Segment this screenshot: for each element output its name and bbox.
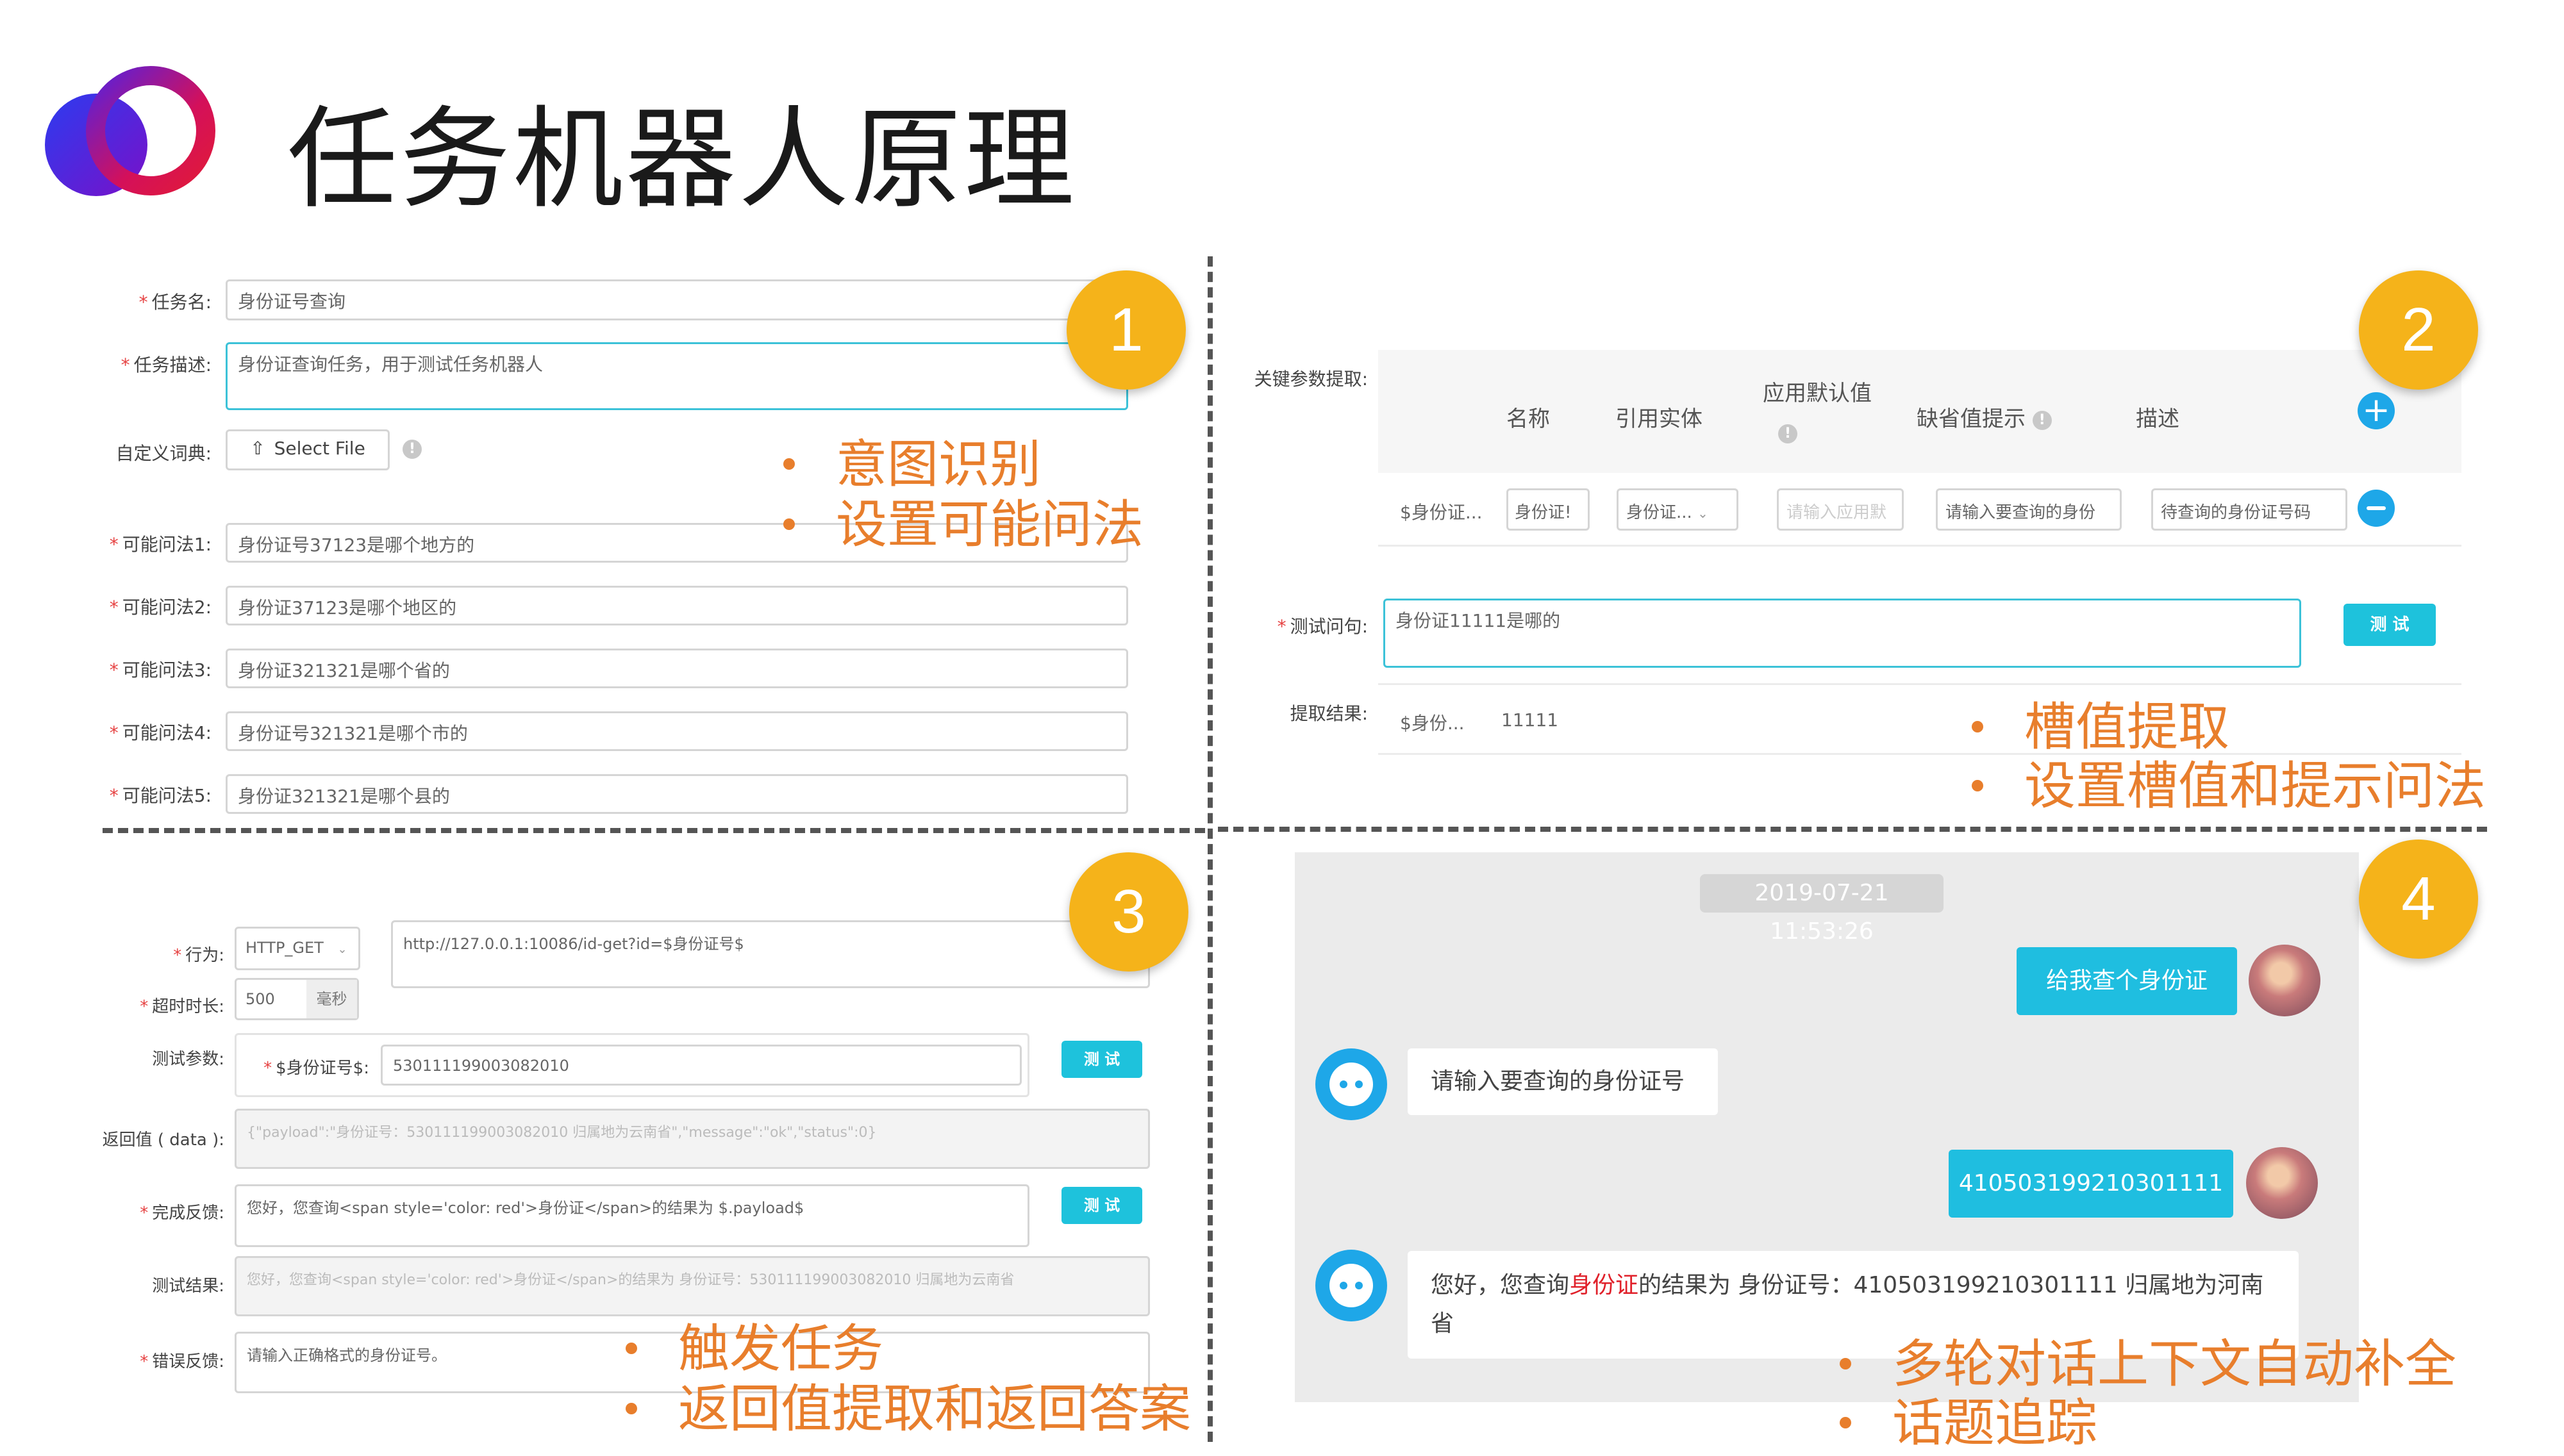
entity-input[interactable]: 身份证! (1506, 488, 1590, 531)
result-label: 提取结果: (1290, 703, 1368, 724)
timeout-label: * 超时时长: (140, 997, 224, 1016)
test-button-param[interactable]: 测 试 (1061, 1041, 1142, 1078)
question-label-5: * 可能问法5: (109, 785, 212, 806)
step-badge-1: 1 (1067, 270, 1186, 390)
question-label-4: * 可能问法4: (109, 722, 212, 743)
task-desc-label: * 任务描述: (121, 354, 212, 376)
logo (38, 62, 231, 203)
test-button-done[interactable]: 测 试 (1061, 1187, 1142, 1224)
test-query-label: * 测试问句: (1277, 616, 1368, 637)
user-message-2: 410503199210301111 (1949, 1150, 2233, 1218)
upload-icon: ⇧ (250, 438, 265, 459)
plus-circle-icon[interactable]: + (2358, 392, 2395, 429)
url-input[interactable]: http://127.0.0.1:10086/id-get?id=$身份证号$ (391, 920, 1150, 988)
panel-intent: * 任务名: 身份证号查询 * 任务描述: 身份证查询任务，用于测试任务机器人 自定… (0, 256, 1205, 827)
question-input-4[interactable]: 身份证号321321是哪个市的 (226, 711, 1128, 751)
question-input-5[interactable]: 身份证321321是哪个县的 (226, 774, 1128, 814)
param-name-label: * $身份证号$: (263, 1059, 369, 1078)
param-value-input[interactable]: 530111199003082010 (381, 1045, 1022, 1086)
done-input[interactable]: 您好，您查询<span style='color: red'>身份证</span… (235, 1184, 1029, 1247)
user-message-1: 给我查个身份证 (2017, 947, 2237, 1015)
info-icon[interactable]: ! (1778, 424, 1797, 443)
col-missing: 缺省值提示 ! (1917, 401, 2052, 433)
chevron-down-icon: ⌄ (1697, 506, 1708, 521)
minus-circle-icon[interactable] (2358, 490, 2395, 527)
user-avatar-icon (2249, 945, 2320, 1016)
error-label: * 错误反馈: (140, 1352, 224, 1371)
robot-avatar-icon (1315, 1048, 1387, 1120)
result-name: $身份... (1400, 713, 1465, 734)
bullet-intent-2: 设置可能问法 (783, 483, 1144, 558)
question-input-2[interactable]: 身份证37123是哪个地区的 (226, 586, 1128, 625)
step-badge-2: 2 (2359, 270, 2478, 390)
param-row: $身份证... 身份证! 身份证... ⌄ 请输入应用默 请输入要查询的身份 待… (1378, 474, 2461, 547)
task-name-label: * 任务名: (138, 292, 212, 313)
bullet-action-2: 返回值提取和返回答案 (626, 1368, 1191, 1442)
result-value: 11111 (1501, 709, 1559, 731)
entity-select[interactable]: 身份证... ⌄ (1617, 488, 1738, 531)
done-label: * 完成反馈: (140, 1204, 224, 1223)
question-label-1: * 可能问法1: (109, 534, 212, 555)
panel-slot: 关键参数提取: 名称 引用实体 应用默认值 ! 缺省值提示 ! 描述 + $身份… (1218, 256, 2564, 827)
vertical-divider (1208, 256, 1213, 1442)
chevron-down-icon: ⌄ (337, 943, 347, 956)
bullet-dialog-2: 话题追踪 (1840, 1382, 2097, 1456)
test-button[interactable]: 测 试 (2343, 604, 2436, 646)
horizontal-divider-left (103, 828, 1205, 833)
robot-avatar-icon (1315, 1250, 1387, 1321)
return-label: 返回值 ( data ): (102, 1130, 224, 1150)
user-avatar-icon (2246, 1147, 2318, 1219)
bot-message-1: 请输入要查询的身份证号 (1408, 1048, 1718, 1115)
desc-input[interactable]: 待查询的身份证号码 (2151, 488, 2347, 531)
overlapping-circles-logo-icon (45, 66, 215, 196)
select-file-button[interactable]: ⇧ Select File (226, 429, 390, 470)
question-label-3: * 可能问法3: (109, 659, 212, 681)
info-icon[interactable]: ! (2032, 410, 2052, 430)
default-input[interactable]: 请输入应用默 (1777, 488, 1904, 531)
info-icon[interactable]: ! (403, 440, 422, 459)
horizontal-divider-right (1218, 827, 2487, 832)
missing-input[interactable]: 请输入要查询的身份 (1936, 488, 2122, 531)
action-label: * 行为: (173, 946, 224, 965)
col-name: 名称 (1506, 406, 1550, 432)
bullet-slot-2: 设置槽值和提示问法 (1972, 745, 2486, 819)
test-query-input[interactable]: 身份证11111是哪的 (1383, 599, 2301, 668)
task-name-input[interactable]: 身份证号查询 (226, 279, 1128, 320)
question-input-3[interactable]: 身份证321321是哪个省的 (226, 649, 1128, 688)
timeout-unit: 毫秒 (306, 980, 357, 1018)
test-param-label: 测试参数: (152, 1050, 224, 1069)
test-result-label: 测试结果: (152, 1277, 224, 1296)
panel-action: * 行为: HTTP_GET ⌄ http://127.0.0.1:10086/i… (0, 833, 1205, 1442)
param-name: $身份证... (1400, 502, 1483, 523)
col-entity: 引用实体 (1615, 406, 1702, 432)
return-value: {"payload":"身份证号：530111199003082010 归属地为… (235, 1109, 1150, 1169)
step-badge-4: 4 (2359, 840, 2478, 959)
question-list: * 可能问法1: 身份证号37123是哪个地方的 * 可能问法2: 身份证37123… (0, 523, 1205, 824)
step-badge-3: 3 (1069, 852, 1188, 972)
chat-timestamp: 2019-07-21 11:53:26 (1700, 874, 1944, 945)
action-select[interactable]: HTTP_GET ⌄ (235, 927, 360, 970)
task-desc-textarea[interactable]: 身份证查询任务，用于测试任务机器人 (226, 342, 1128, 410)
col-default: 应用默认值 (1763, 381, 1872, 406)
page-title: 任务机器人原理 (287, 95, 1077, 224)
param-label: 关键参数提取: (1254, 368, 1368, 390)
col-desc: 描述 (2136, 406, 2179, 432)
question-label-2: * 可能问法2: (109, 597, 212, 618)
dict-label: 自定义词典: (115, 443, 212, 464)
